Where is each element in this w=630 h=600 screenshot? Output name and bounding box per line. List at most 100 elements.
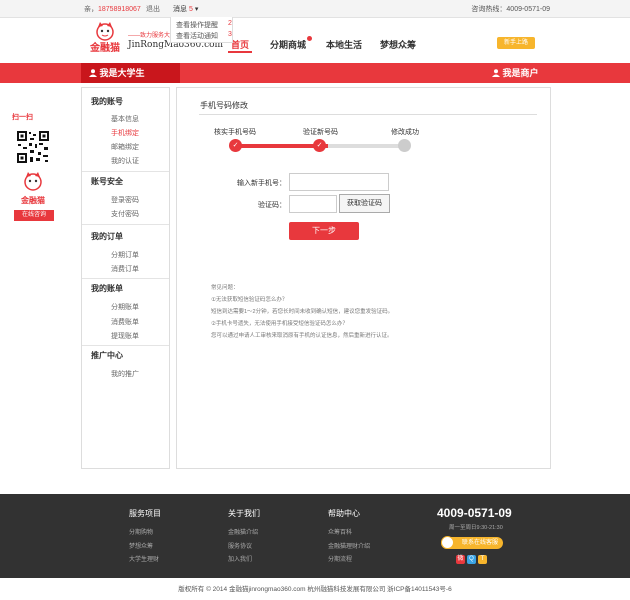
- dropdown-item-count: 2: [228, 20, 232, 27]
- dropdown-item-activity-notices[interactable]: 查看活动通知 3: [176, 31, 232, 41]
- qr-code-icon: [16, 130, 50, 164]
- sidebar-heading-promotion-center: 推广中心: [91, 351, 123, 360]
- faq-line: ①无法获取短信验证码怎么办？: [211, 297, 288, 303]
- faq-line: 短信到达需要1～2分钟，若您长时间未收到确认短信，建议您重发验证码。: [211, 309, 394, 315]
- sidebar-item-login-password[interactable]: 登录密码: [111, 195, 139, 205]
- verify-code-label: 验证码：: [258, 202, 286, 209]
- site-footer: 服务项目 分期购物 梦想众筹 大学生理财 关于我们 金融猫介绍 服务协议 加入我…: [0, 494, 630, 578]
- new-phone-input[interactable]: [289, 173, 389, 191]
- svg-text:金融猫: 金融猫: [89, 41, 120, 54]
- contact-service-label: 联系在线客服: [461, 540, 498, 546]
- footer-link[interactable]: 梦想众筹: [129, 541, 153, 550]
- faq-line: 您可以通过申请人工审核来取消原有手机的认证信息，然后重新进行认证。: [211, 333, 393, 339]
- student-role-button[interactable]: 我是大学生: [81, 63, 180, 83]
- contact-service-button[interactable]: 联系在线客服: [441, 536, 503, 549]
- sidebar-divider: [82, 278, 169, 279]
- sidebar-item-installment-bills[interactable]: 分期账单: [111, 302, 139, 312]
- footer-heading-about: 关于我们: [228, 509, 260, 518]
- chevron-down-icon: ▾: [194, 6, 199, 13]
- step-2-check-icon: ✓: [313, 139, 326, 152]
- user-icon: [492, 69, 500, 77]
- footer-heading-services: 服务项目: [129, 509, 161, 518]
- merchant-role-button[interactable]: 我是商户: [492, 63, 539, 83]
- svg-text:金融猫: 金融猫: [20, 195, 45, 205]
- logout-link[interactable]: 退出: [146, 4, 160, 14]
- sidebar-item-installment-orders[interactable]: 分期订单: [111, 250, 139, 260]
- step-label-success: 修改成功: [391, 129, 419, 136]
- qq-icon[interactable]: Q: [467, 555, 476, 564]
- step-3-pending-icon: [398, 139, 411, 152]
- user-phone-link[interactable]: 18758918067: [98, 6, 141, 13]
- sidebar-heading-my-account: 我的账号: [91, 97, 123, 106]
- nav-home[interactable]: 首页: [231, 38, 249, 51]
- get-code-button[interactable]: 获取验证码: [339, 194, 390, 213]
- logo-slogan: ——致力服务大: [128, 33, 171, 39]
- faq-line: ②手机卡号遗失，无法使用手机接受短信验证码怎么办？: [211, 321, 348, 327]
- footer-link[interactable]: 众筹百科: [328, 527, 352, 536]
- next-step-button[interactable]: 下一步: [289, 222, 359, 240]
- dropdown-item-operation-reminders[interactable]: 查看操作提醒 2: [176, 20, 232, 30]
- newbie-guide-badge[interactable]: 新手上路: [497, 37, 535, 49]
- sidebar-heading-my-bills: 我的账单: [91, 284, 123, 293]
- title-divider: [199, 114, 537, 115]
- page-title: 手机号码修改: [200, 101, 248, 110]
- tencent-weibo-icon[interactable]: T: [478, 555, 487, 564]
- dropdown-item-count: 3: [228, 31, 232, 38]
- nav-local-life[interactable]: 本地生活: [326, 38, 362, 51]
- brand-mascot-icon: 金融猫: [20, 172, 45, 205]
- footer-link[interactable]: 金融猫介绍: [228, 527, 258, 536]
- student-role-label: 我是大学生: [99, 68, 145, 78]
- sidebar-item-withdrawal-bills[interactable]: 提现账单: [111, 331, 139, 341]
- hot-badge-icon: [307, 36, 312, 41]
- step-label-verify-phone: 核实手机号码: [214, 129, 256, 136]
- nav-active-underline: [228, 51, 252, 53]
- sidebar-item-my-promotion[interactable]: 我的推广: [111, 369, 139, 379]
- step-label-verify-new: 验证新号码: [303, 129, 338, 136]
- sidebar-item-consumption-bills[interactable]: 消费账单: [111, 317, 139, 327]
- footer-hours: 周一至周日9:30-21:30: [449, 525, 503, 531]
- merchant-role-label: 我是商户: [502, 68, 539, 78]
- step-1-check-icon: ✓: [229, 139, 242, 152]
- footer-link[interactable]: 分期购物: [129, 527, 153, 536]
- sidebar-item-email-binding[interactable]: 邮箱绑定: [111, 142, 139, 152]
- dropdown-item-label: 查看操作提醒: [176, 22, 218, 29]
- nav-dream-crowdfunding[interactable]: 梦想众筹: [380, 38, 416, 51]
- sidebar-item-basic-info[interactable]: 基本信息: [111, 114, 139, 124]
- messages-count-badge: 5: [188, 6, 193, 13]
- sidebar-item-payment-password[interactable]: 支付密码: [111, 209, 139, 219]
- cat-logo-icon: 金融猫: [89, 22, 120, 54]
- sidebar-item-phone-binding[interactable]: 手机绑定: [111, 128, 139, 138]
- sidebar-divider: [82, 224, 169, 225]
- sidebar-divider: [82, 171, 169, 172]
- main-panel: 手机号码修改 核实手机号码 验证新号码 修改成功 ✓ ✓ 输入新手机号： 验证码…: [176, 87, 551, 469]
- copyright-text: 版权所有 © 2014 金融猫jinrongmao360.com 杭州融猫科技发…: [178, 586, 452, 593]
- sidebar-heading-my-orders: 我的订单: [91, 232, 123, 241]
- faq-title: 常见问题：: [211, 285, 239, 291]
- nav-installment-mall[interactable]: 分期商城: [270, 38, 306, 51]
- account-sidebar: 我的账号 基本信息 手机绑定 邮箱绑定 我的认证 账号安全 登录密码 支付密码 …: [81, 87, 170, 469]
- user-greeting: 亲，18758918067: [84, 4, 141, 14]
- online-consult-button[interactable]: 在线咨询: [14, 210, 54, 221]
- sidebar-item-consumption-orders[interactable]: 消费订单: [111, 264, 139, 274]
- role-bar: 我是大学生 我是商户: [0, 63, 630, 83]
- footer-link[interactable]: 分期流程: [328, 554, 352, 563]
- new-phone-label: 输入新手机号：: [237, 180, 286, 187]
- footer-link[interactable]: 大学生理财: [129, 554, 159, 563]
- footer-link[interactable]: 加入我们: [228, 554, 252, 563]
- greeting-text: 亲，: [84, 6, 98, 13]
- footer-link[interactable]: 服务协议: [228, 541, 252, 550]
- messages-menu[interactable]: 消息 5 ▾: [173, 4, 198, 14]
- messages-label: 消息: [173, 6, 187, 13]
- floating-qr-panel: 扫一扫 金融猫 在线咨询: [8, 110, 54, 222]
- footer-phone: 4009-0571-09: [437, 506, 512, 520]
- footer-link[interactable]: 金融猫理财介绍: [328, 541, 370, 550]
- scan-label: 扫一扫: [12, 114, 33, 121]
- sidebar-item-my-verification[interactable]: 我的认证: [111, 156, 139, 166]
- weibo-icon[interactable]: 微: [456, 555, 465, 564]
- sidebar-heading-account-security: 账号安全: [91, 177, 123, 186]
- sidebar-divider: [82, 345, 169, 346]
- verify-code-input[interactable]: [289, 195, 337, 213]
- messages-dropdown: 查看操作提醒 2 查看活动通知 3: [170, 17, 233, 43]
- service-avatar-icon: [441, 536, 454, 549]
- footer-heading-help: 帮助中心: [328, 509, 360, 518]
